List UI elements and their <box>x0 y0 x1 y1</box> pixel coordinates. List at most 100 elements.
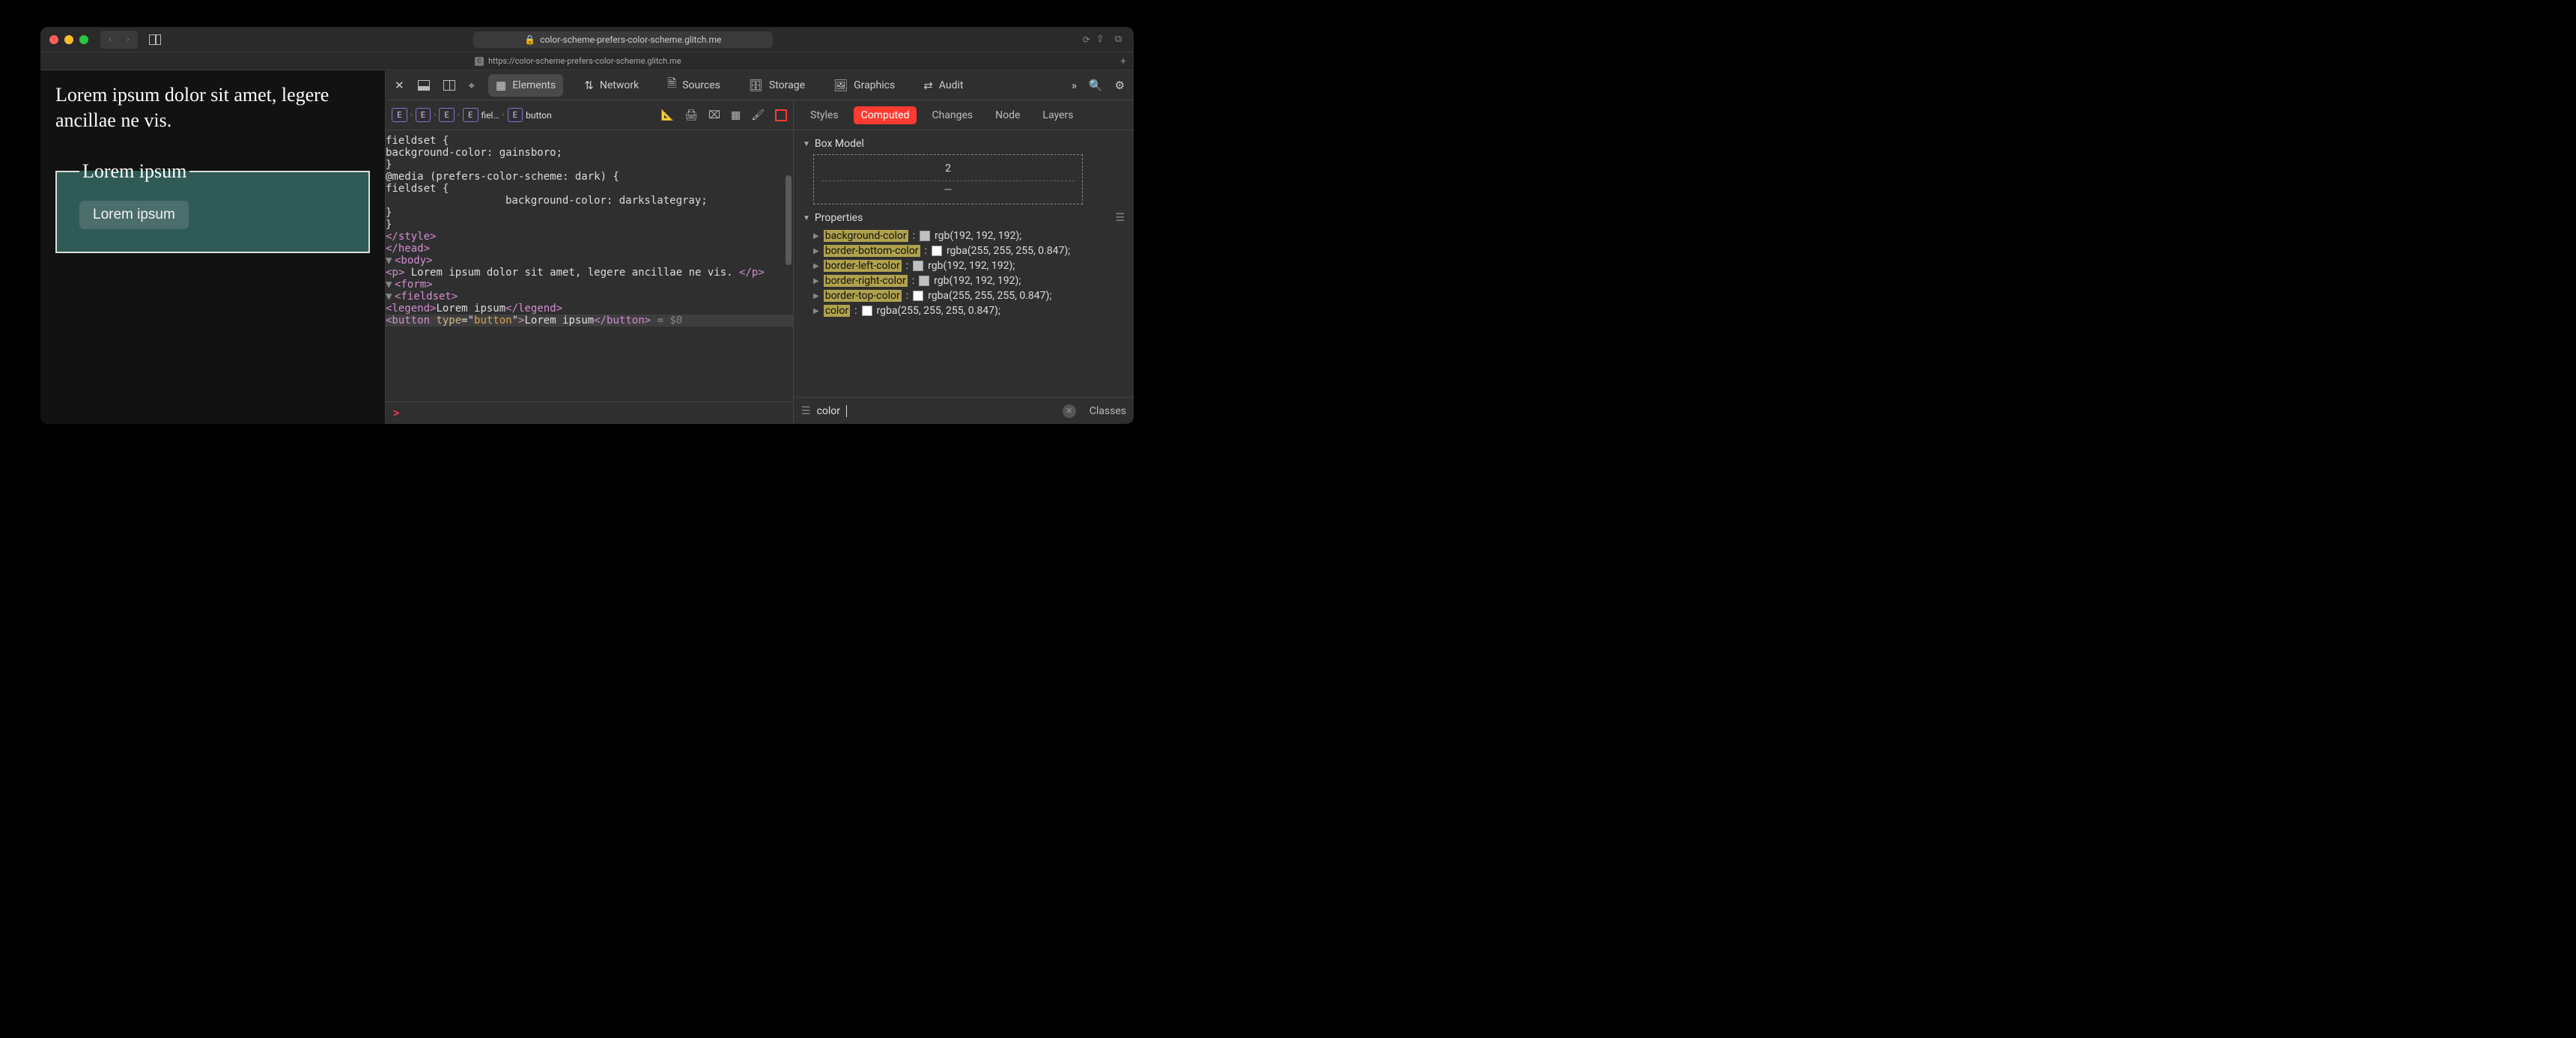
settings-icon[interactable]: ⚙ <box>1115 79 1125 92</box>
computed-property-row[interactable]: ▶color: rgba(255, 255, 255, 0.847); <box>803 303 1125 318</box>
nav-arrows: ‹ › <box>100 31 138 49</box>
filter-row: ☰ color ✕ Classes <box>794 397 1134 424</box>
back-button[interactable]: ‹ <box>102 32 118 47</box>
tab-label: Sources <box>682 79 720 91</box>
share-button[interactable]: ⇪ <box>1096 34 1105 45</box>
rendered-page: Lorem ipsum dolor sit amet, legere ancil… <box>40 70 385 424</box>
disclosure-triangle-icon: ▶ <box>813 307 819 315</box>
tab-computed[interactable]: Computed <box>854 106 917 124</box>
chevron-right-icon: › <box>502 111 505 119</box>
disclosure-triangle-icon: ▼ <box>803 214 810 222</box>
property-value: rgba(255, 255, 255, 0.847); <box>877 305 1000 317</box>
computed-property-row[interactable]: ▶background-color: rgb(192, 192, 192); <box>803 228 1125 243</box>
fullscreen-window-button[interactable] <box>79 35 88 44</box>
tab-audit[interactable]: ⇄ Audit <box>916 74 970 97</box>
breadcrumb-chip[interactable]: E <box>416 108 431 122</box>
page-fieldset: Lorem ipsum Lorem ipsum <box>55 160 370 253</box>
property-name: border-top-color <box>824 290 902 302</box>
breadcrumb-chip[interactable]: E <box>392 108 407 122</box>
tab-title[interactable]: https://color-scheme-prefers-color-schem… <box>488 56 681 66</box>
page-button[interactable]: Lorem ipsum <box>79 201 189 229</box>
color-swatch[interactable] <box>932 246 942 256</box>
box-model-heading[interactable]: ▼ Box Model <box>803 138 1125 150</box>
disclosure-triangle-icon: ▼ <box>803 140 810 148</box>
sidebar-toggle-button[interactable] <box>147 32 163 47</box>
tab-storage[interactable]: 🗄 Storage <box>741 74 812 97</box>
box-model-top: 2 <box>821 163 1075 174</box>
tab-node[interactable]: Node <box>988 106 1027 124</box>
tab-network[interactable]: ⇅ Network <box>577 74 646 97</box>
color-swatch[interactable] <box>919 276 929 286</box>
disclosure-triangle-icon: ▶ <box>813 262 819 270</box>
breadcrumb-chip[interactable]: E <box>439 108 455 122</box>
search-icon[interactable]: 🔍 <box>1089 79 1103 92</box>
highlight-toggle-button[interactable] <box>775 109 787 121</box>
lock-icon: 🔒 <box>524 34 535 45</box>
address-bar[interactable]: 🔒 color-scheme-prefers-color-scheme.glit… <box>473 31 773 48</box>
tab-strip: C https://color-scheme-prefers-color-sch… <box>40 52 1134 70</box>
devtools-tabbar: ✕ ⌖ ▦ Elements ⇅ Network 🗎 Sources 🗄 <box>386 70 1134 100</box>
breadcrumb-row: E › E › E › E fiel… › E button 📐 🖨 <box>386 100 793 130</box>
tabs-button[interactable]: ⧉ <box>1115 34 1122 45</box>
computed-property-row[interactable]: ▶border-top-color: rgba(255, 255, 255, 0… <box>803 288 1125 303</box>
address-text: color-scheme-prefers-color-scheme.glitch… <box>540 34 721 45</box>
new-tab-button[interactable]: + <box>1120 55 1126 67</box>
tab-elements[interactable]: ▦ Elements <box>488 74 563 97</box>
breadcrumb-chip[interactable]: E <box>508 108 523 122</box>
dock-bottom-button[interactable] <box>418 80 430 91</box>
filter-input[interactable]: color <box>817 405 840 417</box>
tab-styles[interactable]: Styles <box>803 106 846 124</box>
minimize-window-button[interactable] <box>64 35 73 44</box>
computed-property-row[interactable]: ▶border-bottom-color: rgba(255, 255, 255… <box>803 243 1125 258</box>
filter-icon[interactable]: ☰ <box>1115 212 1125 224</box>
ruler-icon[interactable]: 📐 <box>661 109 674 121</box>
scrollbar-thumb[interactable] <box>786 175 792 265</box>
filter-icon: ☰ <box>801 405 811 417</box>
reload-button[interactable]: ⟳ <box>1083 34 1090 45</box>
dock-side-button[interactable] <box>443 80 455 91</box>
sources-icon: 🗎 <box>667 76 676 94</box>
computed-property-row[interactable]: ▶border-right-color: rgb(192, 192, 192); <box>803 273 1125 288</box>
forward-button[interactable]: › <box>120 32 136 47</box>
property-value: rgb(192, 192, 192); <box>934 275 1021 287</box>
color-swatch[interactable] <box>913 291 923 301</box>
grid-icon[interactable]: ▦ <box>731 109 741 121</box>
selected-dom-node[interactable]: <button type="button">Lorem ipsum</butto… <box>386 315 793 327</box>
dom-tree[interactable]: fieldset { background-color: gainsboro; … <box>386 130 793 401</box>
tab-layers[interactable]: Layers <box>1035 106 1081 124</box>
breadcrumb-chip[interactable]: E <box>463 108 479 122</box>
properties-heading[interactable]: ▼ Properties ☰ <box>803 212 1125 224</box>
box-model-diagram[interactable]: 2 — <box>813 154 1083 204</box>
right-tabs: Styles Computed Changes Node Layers <box>794 100 1134 130</box>
page-legend: Lorem ipsum <box>79 160 189 183</box>
overflow-button[interactable]: » <box>1072 79 1077 92</box>
tab-sources[interactable]: 🗎 Sources <box>660 71 728 99</box>
clear-filter-button[interactable]: ✕ <box>1063 404 1076 418</box>
storage-icon: 🗄 <box>749 79 763 92</box>
text-cursor <box>846 405 847 417</box>
device-icon[interactable]: ⌧ <box>708 109 720 121</box>
tab-label: Graphics <box>854 79 895 91</box>
tab-changes[interactable]: Changes <box>924 106 980 124</box>
paint-icon[interactable]: 🖌 <box>751 109 765 121</box>
color-swatch[interactable] <box>913 261 923 271</box>
chevron-right-icon: › <box>458 111 460 119</box>
tab-label: Audit <box>939 79 964 91</box>
close-window-button[interactable] <box>49 35 58 44</box>
target-icon[interactable]: ⌖ <box>469 79 475 92</box>
property-name: color <box>824 305 850 317</box>
window-controls <box>49 35 88 44</box>
color-swatch[interactable] <box>862 306 872 316</box>
console-prompt[interactable]: > <box>386 401 793 424</box>
breadcrumb-label: fiel… <box>482 110 499 121</box>
computed-property-row[interactable]: ▶border-left-color: rgb(192, 192, 192); <box>803 258 1125 273</box>
tab-label: Elements <box>512 79 556 91</box>
close-devtools-button[interactable]: ✕ <box>395 79 404 92</box>
classes-button[interactable]: Classes <box>1090 405 1126 417</box>
color-swatch[interactable] <box>920 231 930 241</box>
property-name: border-right-color <box>824 275 908 287</box>
tab-graphics[interactable]: 🖼 Graphics <box>826 74 902 97</box>
elements-panel: E › E › E › E fiel… › E button 📐 🖨 <box>386 100 794 424</box>
browser-window: ‹ › 🔒 color-scheme-prefers-color-scheme.… <box>40 27 1134 424</box>
print-icon[interactable]: 🖨 <box>684 109 698 121</box>
